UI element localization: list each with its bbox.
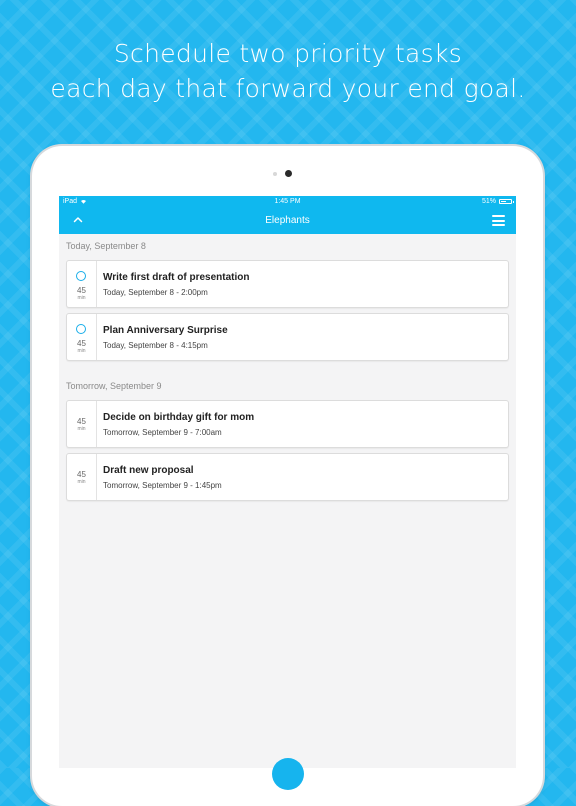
nav-title: Elephants xyxy=(265,215,310,226)
task-duration-column: 45 min xyxy=(67,401,97,447)
task-duration-unit: min xyxy=(77,348,86,354)
task-card[interactable]: 45 min Decide on birthday gift for mom Tomo… xyxy=(66,400,509,448)
task-title: Plan Anniversary Surprise xyxy=(103,325,228,336)
headline: Schedule two priority tasks each day tha… xyxy=(0,36,576,106)
task-duration: 45 xyxy=(77,339,86,348)
task-duration-unit: min xyxy=(77,479,86,485)
task-schedule: Today, September 8 - 2:00pm xyxy=(103,288,208,297)
battery-percent: 51% xyxy=(481,198,496,205)
task-card[interactable]: 45 min Plan Anniversary Surprise Today, Sep… xyxy=(66,313,509,361)
task-duration: 45 xyxy=(77,417,86,426)
battery-icon xyxy=(499,199,514,204)
headline-line-2: each day that forward your end goal. xyxy=(50,74,526,103)
add-task-button[interactable] xyxy=(272,758,304,790)
task-title: Decide on birthday gift for mom xyxy=(103,412,255,423)
task-duration-unit: min xyxy=(77,295,86,301)
section-header: Tomorrow, September 9 xyxy=(66,381,162,391)
task-schedule: Today, September 8 - 4:15pm xyxy=(103,341,208,350)
status-time: 1:45 PM xyxy=(274,198,301,205)
task-title: Draft new proposal xyxy=(103,465,194,476)
task-duration-column: 45 min xyxy=(67,454,97,500)
section-header: Today, September 8 xyxy=(66,241,146,251)
headline-line-1: Schedule two priority tasks xyxy=(113,39,463,68)
task-schedule: Tomorrow, September 9 - 1:45pm xyxy=(103,481,222,490)
complete-checkbox-icon[interactable] xyxy=(76,271,86,281)
task-card[interactable]: 45 min Write first draft of presentation To… xyxy=(66,260,509,308)
app-screen: iPad 1:45 PM 51% Elephants Today, Septem… xyxy=(59,196,516,768)
task-duration-unit: min xyxy=(77,426,86,432)
status-bar: iPad 1:45 PM 51% xyxy=(59,196,516,207)
task-duration-column: 45 min xyxy=(67,314,97,360)
task-duration: 45 xyxy=(77,286,86,295)
nav-bar: Elephants xyxy=(59,207,516,234)
task-card[interactable]: 45 min Draft new proposal Tomorrow, Septemb… xyxy=(66,453,509,501)
task-schedule: Tomorrow, September 9 - 7:00am xyxy=(103,428,222,437)
front-camera xyxy=(285,170,292,177)
front-sensor xyxy=(273,172,277,176)
task-duration: 45 xyxy=(77,470,86,479)
task-title: Write first draft of presentation xyxy=(103,272,250,283)
complete-checkbox-icon[interactable] xyxy=(76,324,86,334)
task-duration-column: 45 min xyxy=(67,261,97,307)
hamburger-menu-icon[interactable] xyxy=(492,215,505,226)
